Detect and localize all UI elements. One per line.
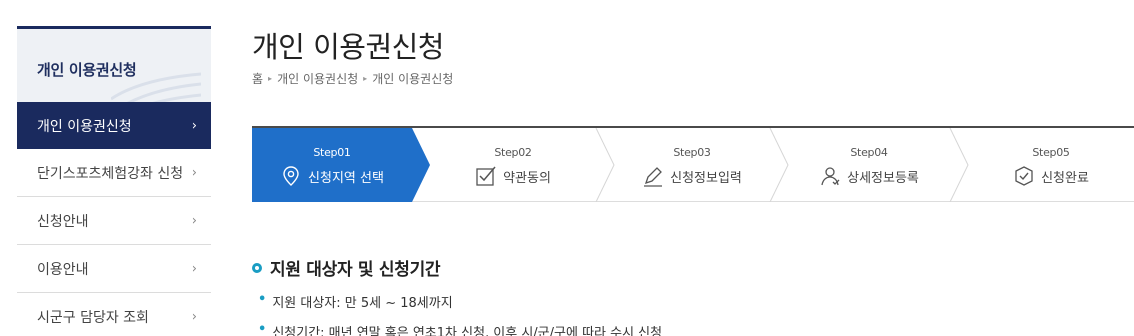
sidebar-item-label: 이용안내 xyxy=(37,261,89,278)
step-2: Step02 약관동의 xyxy=(430,128,596,202)
breadcrumb-separator-icon: ▸ xyxy=(363,74,368,83)
step-label: 신청완료 xyxy=(1041,170,1089,186)
section-bullet-icon xyxy=(252,262,262,273)
chevron-right-icon: › xyxy=(191,309,197,324)
chevron-right-icon: › xyxy=(191,165,197,180)
step-3: Step03 신청정보입력 xyxy=(614,128,770,202)
check-shield-icon xyxy=(1015,166,1033,186)
breadcrumb: 홈 ▸ 개인 이용권신청 ▸ 개인 이용권신청 xyxy=(252,70,453,87)
sidebar-header: 개인 이용권신청 xyxy=(17,26,211,102)
step-number: Step03 xyxy=(673,146,711,159)
step-4: Step04 상세정보등록 xyxy=(788,128,950,202)
sidebar-item-label: 단기스포츠체험강좌 신청 xyxy=(37,165,184,182)
step-number: Step05 xyxy=(1032,146,1070,159)
section-title-text: 지원 대상자 및 신청기간 xyxy=(270,260,441,280)
sidebar-item-application-guide[interactable]: 신청안내 › xyxy=(17,197,211,245)
step-5: Step05 신청완료 xyxy=(968,128,1134,202)
checkbox-icon xyxy=(476,166,496,186)
location-pin-icon xyxy=(283,166,299,186)
sidebar-item-label: 개인 이용권신청 xyxy=(37,118,132,135)
step-1: Step01 신청지역 선택 xyxy=(252,128,412,202)
step-label: 상세정보등록 xyxy=(847,170,919,186)
page-title: 개인 이용권신청 xyxy=(252,30,444,64)
step-label: 약관동의 xyxy=(503,170,551,186)
breadcrumb-item[interactable]: 개인 이용권신청 xyxy=(277,70,358,87)
sidebar: 개인 이용권신청 개인 이용권신청 › 단기스포츠체험강좌 신청 › 신청안내 … xyxy=(17,26,211,336)
breadcrumb-separator-icon: ▸ xyxy=(268,74,273,83)
step-label: 신청정보입력 xyxy=(670,170,742,186)
sidebar-item-usage-guide[interactable]: 이용안내 › xyxy=(17,245,211,293)
sidebar-item-personal-voucher[interactable]: 개인 이용권신청 › xyxy=(17,102,211,149)
sidebar-item-label: 시군구 담당자 조회 xyxy=(37,309,149,326)
list-item-text: 신청기간: 매년 연말 혹은 연초1차 신청, 이후 시/군/구에 따라 수시 … xyxy=(272,326,663,336)
chevron-right-icon: › xyxy=(191,118,197,133)
step-number: Step02 xyxy=(494,146,532,159)
step-number: Step01 xyxy=(313,146,351,159)
section-title: 지원 대상자 및 신청기간 xyxy=(252,255,441,280)
bullet-dot-icon: • xyxy=(258,292,267,307)
list-item: • 지원 대상자: 만 5세 ~ 18세까지 xyxy=(258,292,453,311)
step-label: 신청지역 선택 xyxy=(308,170,384,186)
list-item: • 신청기간: 매년 연말 혹은 연초1차 신청, 이후 시/군/구에 따라 수… xyxy=(258,322,662,336)
chevron-right-icon: › xyxy=(191,261,197,276)
step-number: Step04 xyxy=(850,146,888,159)
breadcrumb-home[interactable]: 홈 xyxy=(252,70,263,87)
person-icon xyxy=(821,167,840,186)
sidebar-title: 개인 이용권신청 xyxy=(37,61,137,79)
chevron-right-icon: › xyxy=(191,213,197,228)
bullet-dot-icon: • xyxy=(258,322,267,336)
pencil-icon xyxy=(644,167,663,187)
sidebar-item-label: 신청안내 xyxy=(37,213,89,230)
list-item-text: 지원 대상자: 만 5세 ~ 18세까지 xyxy=(272,296,453,311)
breadcrumb-current: 개인 이용권신청 xyxy=(372,72,454,86)
sidebar-item-short-term-sports[interactable]: 단기스포츠체험강좌 신청 › xyxy=(17,149,211,197)
sidebar-item-contact-lookup[interactable]: 시군구 담당자 조회 › xyxy=(17,293,211,336)
step-indicator: Step01 신청지역 선택 Step02 약관동의 Step03 신청정보입력… xyxy=(252,126,1134,202)
